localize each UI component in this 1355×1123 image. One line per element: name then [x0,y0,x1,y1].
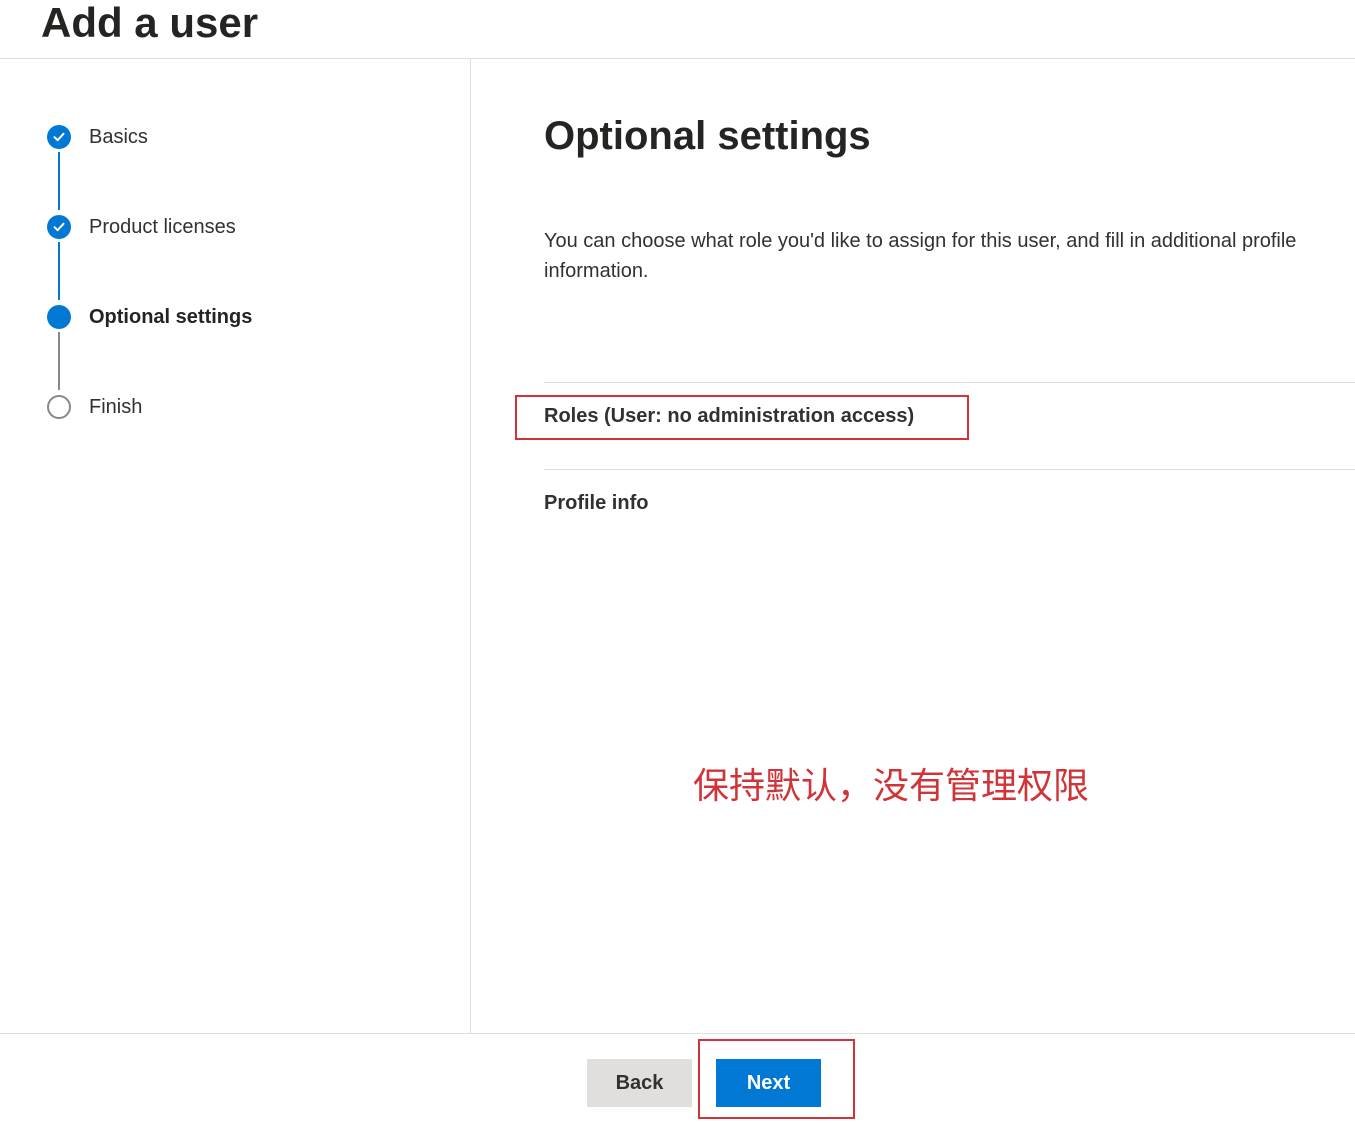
step-finish-label: Finish [89,396,143,418]
step-product-licenses-label[interactable]: Product licenses [89,215,236,239]
footer-divider [0,1033,1355,1034]
step-optional-settings-current-icon [47,305,71,329]
step-basics-check-icon [47,125,71,149]
back-button[interactable]: Back [587,1059,692,1107]
next-highlight-box [698,1039,855,1119]
profile-divider-top [544,469,1355,470]
wizard-steps-sidebar [0,59,471,1033]
step-product-licenses-check-icon [47,215,71,239]
step-optional-settings-label: Optional settings [89,306,253,328]
step-connector-2 [58,242,60,300]
profile-info-expander[interactable]: Profile info [544,490,648,516]
step-connector-1 [58,152,60,210]
section-description: You can choose what role you'd like to a… [544,230,1297,282]
step-connector-3 [58,332,60,390]
step-basics-label[interactable]: Basics [89,125,148,149]
page-title: Add a user [41,0,259,46]
annotation-note: 保持默认，没有管理权限 [693,766,1090,807]
step-finish-pending-icon [47,395,71,419]
roles-highlight-box [515,395,969,440]
section-heading: Optional settings [544,114,871,158]
roles-divider-top [544,382,1355,383]
